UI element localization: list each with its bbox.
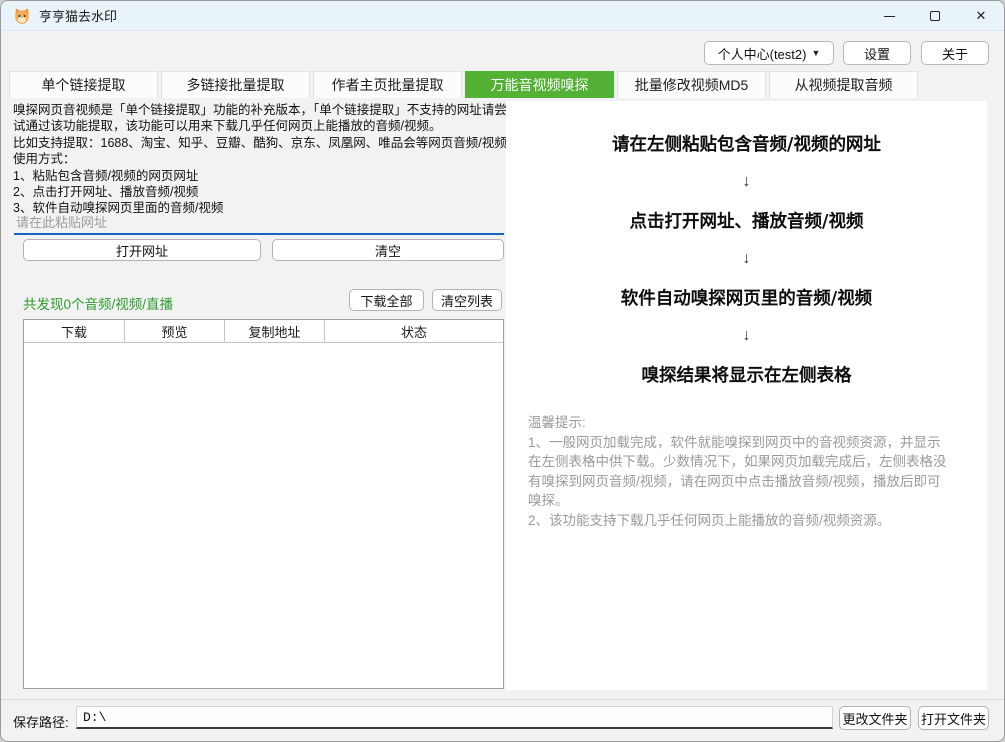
down-arrow-icon: ↓ [743,328,751,344]
steps: 请在左侧粘贴包含音频/视频的网址 ↓ 点击打开网址、播放音频/视频 ↓ 软件自动… [506,101,987,387]
step-2-text: 点击打开网址、播放音频/视频 [630,208,864,233]
about-button[interactable]: 关于 [921,41,989,65]
minimize-button[interactable] [866,1,912,31]
chevron-down-icon: ▼ [811,49,820,58]
open-folder-button[interactable]: 打开文件夹 [918,706,989,730]
maximize-button[interactable] [912,1,958,31]
save-path-label: 保存路径: [13,712,69,731]
url-input[interactable] [14,212,504,235]
tips-text: 温馨提示: 1、一般网页加载完成，软件就能嗅探到网页中的音视频资源，并显示 在左… [528,413,964,530]
close-button[interactable]: ✕ [958,1,1004,31]
titlebar: 亨亨猫去水印 ✕ [1,1,1004,31]
cat-app-icon [13,7,31,25]
column-header-copy-url: 复制地址 [225,320,325,342]
tab-multi-link-batch[interactable]: 多链接批量提取 [161,71,310,98]
change-folder-button[interactable]: 更改文件夹 [839,706,911,730]
down-arrow-icon: ↓ [743,251,751,267]
results-table: 下载 预览 复制地址 状态 [23,319,504,689]
tab-author-page-batch[interactable]: 作者主页批量提取 [313,71,462,98]
tab-universal-sniffer[interactable]: 万能音视频嗅探 [465,71,614,98]
step-3-text: 软件自动嗅探网页里的音频/视频 [621,285,872,310]
open-url-button[interactable]: 打开网址 [23,239,261,261]
account-dropdown[interactable]: 个人中心(test2) ▼ [704,41,834,65]
clear-list-button[interactable]: 清空列表 [432,289,502,311]
results-table-header: 下载 预览 复制地址 状态 [24,320,503,343]
tab-batch-modify-md5[interactable]: 批量修改视频MD5 [617,71,766,98]
clear-input-button[interactable]: 清空 [272,239,504,261]
account-label: 个人中心(test2) [718,44,807,63]
window-controls: ✕ [866,1,1004,31]
found-count-text: 共发现0个音频/视频/直播 [23,293,173,313]
settings-button[interactable]: 设置 [843,41,911,65]
tab-single-link-extract[interactable]: 单个链接提取 [9,71,158,98]
window-title: 亨亨猫去水印 [39,6,117,25]
step-1-text: 请在左侧粘贴包含音频/视频的网址 [612,131,881,156]
intro-text: 嗅探网页音视频是「单个链接提取」功能的补充版本，「单个链接提取」不支持的网址请尝… [13,102,507,217]
instructions-panel: 请在左侧粘贴包含音频/视频的网址 ↓ 点击打开网址、播放音频/视频 ↓ 软件自动… [506,101,987,690]
step-4-text: 嗅探结果将显示在左侧表格 [642,362,852,387]
tab-extract-audio[interactable]: 从视频提取音频 [769,71,918,98]
save-path-input[interactable] [76,706,833,729]
column-header-download: 下载 [24,320,125,342]
column-header-preview: 预览 [125,320,225,342]
column-header-status: 状态 [325,320,503,342]
download-all-button[interactable]: 下载全部 [349,289,424,311]
app-window: 亨亨猫去水印 ✕ 个人中心(test2) ▼ 设置 关于 单个链接提取 多链接批… [0,0,1005,742]
down-arrow-icon: ↓ [743,174,751,190]
